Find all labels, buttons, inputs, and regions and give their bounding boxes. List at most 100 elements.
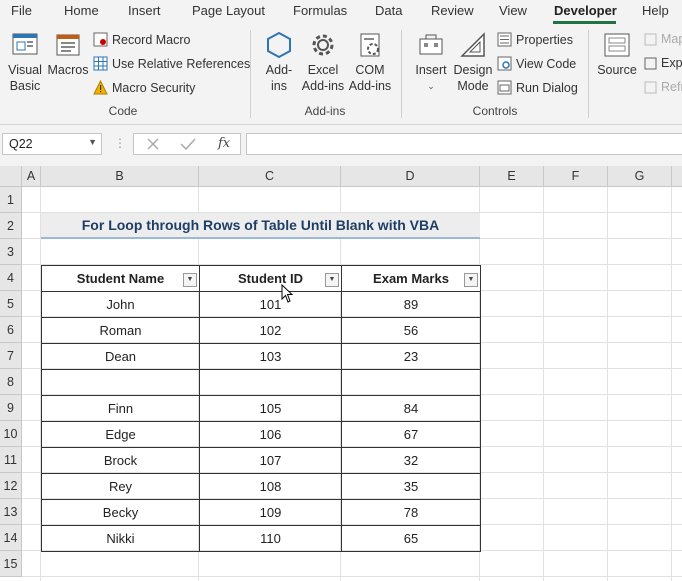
row-header-4[interactable]: 4 xyxy=(0,265,22,291)
student-id-cell[interactable] xyxy=(199,369,342,396)
tab-view[interactable]: View xyxy=(499,3,527,18)
record-macro-button[interactable]: Record Macro xyxy=(93,32,191,47)
tab-developer[interactable]: Developer xyxy=(554,3,617,18)
row-header-12[interactable]: 12 xyxy=(0,473,22,499)
row-header-15[interactable]: 15 xyxy=(0,551,22,577)
student-name-cell[interactable]: John xyxy=(41,291,200,318)
column-header-h[interactable] xyxy=(672,166,682,187)
run-dialog-button[interactable]: Run Dialog xyxy=(497,80,578,95)
tab-file[interactable]: File xyxy=(11,3,32,18)
row-header-3[interactable]: 3 xyxy=(0,239,22,265)
column-header-e[interactable]: E xyxy=(480,166,544,187)
expansion-packs-button[interactable]: Expa xyxy=(644,56,682,70)
exam-marks-cell[interactable]: 89 xyxy=(341,291,481,318)
row-header-1[interactable]: 1 xyxy=(0,187,22,213)
insert-function-button[interactable]: fx xyxy=(218,136,230,151)
source-button[interactable]: Source xyxy=(596,30,638,78)
student-id-cell[interactable]: 105 xyxy=(199,395,342,422)
add-ins-button[interactable]: Add- ins xyxy=(259,30,299,94)
student-name-cell[interactable]: Becky xyxy=(41,499,200,526)
source-label: Source xyxy=(597,63,637,77)
header-student-id[interactable]: Student ID ▼ xyxy=(199,265,342,292)
exam-marks-cell[interactable]: 67 xyxy=(341,421,481,448)
row-header-11[interactable]: 11 xyxy=(0,447,22,473)
exam-marks-cell[interactable]: 56 xyxy=(341,317,481,344)
student-id-cell[interactable]: 110 xyxy=(199,525,342,552)
macros-label: Macros xyxy=(47,63,89,77)
exam-marks-cell[interactable] xyxy=(341,369,481,396)
filter-dropdown-icon[interactable]: ▼ xyxy=(183,273,197,287)
use-relative-references-button[interactable]: Use Relative References xyxy=(93,56,250,71)
insert-control-button[interactable]: Insert ⌄ xyxy=(411,30,451,94)
student-name-cell[interactable]: Roman xyxy=(41,317,200,344)
row-header-10[interactable]: 10 xyxy=(0,421,22,447)
map-label: Map xyxy=(661,32,682,46)
column-header-b[interactable]: B xyxy=(41,166,199,187)
student-id-cell[interactable]: 103 xyxy=(199,343,342,370)
exam-marks-cell[interactable]: 23 xyxy=(341,343,481,370)
resize-handle-icon[interactable]: ⋮ xyxy=(114,136,127,150)
excel-add-ins-button[interactable]: Excel Add-ins xyxy=(300,30,346,94)
student-id-cell[interactable]: 108 xyxy=(199,473,342,500)
student-name-cell[interactable]: Brock xyxy=(41,447,200,474)
column-header-g[interactable]: G xyxy=(608,166,672,187)
student-id-cell[interactable]: 109 xyxy=(199,499,342,526)
macros-button[interactable]: Macros xyxy=(47,30,89,78)
column-header-f[interactable]: F xyxy=(544,166,608,187)
gridline xyxy=(22,576,682,577)
header-exam-marks[interactable]: Exam Marks ▼ xyxy=(341,265,481,292)
tab-page-layout[interactable]: Page Layout xyxy=(192,3,265,18)
exam-marks-cell[interactable]: 78 xyxy=(341,499,481,526)
row-header-5[interactable]: 5 xyxy=(0,291,22,317)
student-name-cell[interactable] xyxy=(41,369,200,396)
formula-input[interactable] xyxy=(246,133,682,155)
student-name-cell[interactable]: Edge xyxy=(41,421,200,448)
student-id-cell[interactable]: 102 xyxy=(199,317,342,344)
student-name-cell[interactable]: Nikki xyxy=(41,525,200,552)
macro-security-button[interactable]: Macro Security xyxy=(93,80,195,95)
tab-data[interactable]: Data xyxy=(375,3,402,18)
row-header-6[interactable]: 6 xyxy=(0,317,22,343)
student-name-cell[interactable]: Finn xyxy=(41,395,200,422)
row-header-13[interactable]: 13 xyxy=(0,499,22,525)
row-header-14[interactable]: 14 xyxy=(0,525,22,551)
student-id-cell[interactable]: 106 xyxy=(199,421,342,448)
row-header-8[interactable]: 8 xyxy=(0,369,22,395)
exam-marks-cell[interactable]: 65 xyxy=(341,525,481,552)
column-header-d[interactable]: D xyxy=(341,166,480,187)
visual-basic-button[interactable]: Visual Basic xyxy=(4,30,46,94)
student-name-cell[interactable]: Dean xyxy=(41,343,200,370)
tab-help[interactable]: Help xyxy=(642,3,669,18)
header-label: Student Name xyxy=(76,271,165,286)
com-add-ins-button[interactable]: COM Add-ins xyxy=(347,30,393,94)
column-header-a[interactable]: A xyxy=(22,166,41,187)
tab-insert[interactable]: Insert xyxy=(128,3,161,18)
row-header-7[interactable]: 7 xyxy=(0,343,22,369)
table-row: Edge 106 67 xyxy=(41,421,481,448)
filter-dropdown-icon[interactable]: ▼ xyxy=(464,273,478,287)
name-box[interactable]: Q22 ▼ xyxy=(2,133,102,155)
student-name-cell[interactable]: Rey xyxy=(41,473,200,500)
sheet-title[interactable]: For Loop through Rows of Table Until Bla… xyxy=(41,213,480,239)
gridline xyxy=(607,187,608,581)
chevron-down-icon[interactable]: ▼ xyxy=(88,137,97,147)
row-header-9[interactable]: 9 xyxy=(0,395,22,421)
select-all-corner[interactable] xyxy=(0,166,22,187)
tab-review[interactable]: Review xyxy=(431,3,474,18)
exam-marks-cell[interactable]: 84 xyxy=(341,395,481,422)
column-header-c[interactable]: C xyxy=(199,166,341,187)
view-code-button[interactable]: View Code xyxy=(497,56,576,71)
exam-marks-cell[interactable]: 35 xyxy=(341,473,481,500)
row-header-2[interactable]: 2 xyxy=(0,213,22,239)
gear-icon xyxy=(312,34,334,56)
filter-dropdown-icon[interactable]: ▼ xyxy=(325,273,339,287)
exam-marks-cell[interactable]: 32 xyxy=(341,447,481,474)
tab-formulas[interactable]: Formulas xyxy=(293,3,347,18)
tab-home[interactable]: Home xyxy=(64,3,99,18)
table-row: Roman 102 56 xyxy=(41,317,481,344)
student-id-cell[interactable]: 101 xyxy=(199,291,342,318)
properties-button[interactable]: Properties xyxy=(497,32,573,47)
header-student-name[interactable]: Student Name ▼ xyxy=(41,265,200,292)
student-id-cell[interactable]: 107 xyxy=(199,447,342,474)
design-mode-button[interactable]: Design Mode xyxy=(452,30,494,94)
